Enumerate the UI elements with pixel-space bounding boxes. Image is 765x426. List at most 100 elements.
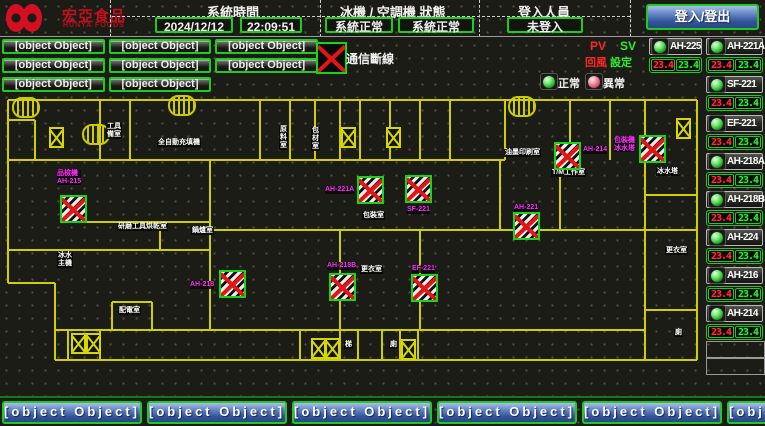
room-label: 研磨工具烘乾室 [117, 223, 168, 231]
shaft-x-icon [49, 127, 64, 148]
unit-status-led [708, 191, 726, 208]
shaft-x-icon [386, 127, 401, 148]
unit-pv-value: 23.4 [651, 59, 675, 71]
unit-sv-value: 23.4 [735, 326, 761, 338]
nav-button[interactable]: [object Object] [582, 401, 722, 424]
unit-sv-value: 23.4 [735, 174, 761, 186]
unit-status-led [708, 38, 726, 55]
empty-unit-slot [706, 341, 765, 358]
unit-block[interactable]: SF-221 23.4 23.4 [706, 76, 763, 111]
room-label: 原 料 室 [279, 126, 288, 150]
unit-name: SF-221 [727, 79, 756, 90]
offline-equipment-icon[interactable] [554, 142, 581, 170]
unit-pv-value: 23.4 [708, 250, 734, 262]
room-label: 包裝室 [362, 212, 385, 220]
room-label: 配電室 [118, 307, 141, 315]
room-label: 更衣室 [665, 247, 688, 255]
offline-equipment-icon[interactable] [357, 176, 384, 204]
unit-sv-value: 23.4 [735, 59, 761, 71]
room-label: 冰水 主機 [57, 252, 73, 268]
nav-button[interactable]: [object Object] [437, 401, 577, 424]
unit-name: AH-216 [727, 270, 758, 281]
unit-name: AH-214 [727, 308, 758, 319]
unit-name: AH-221A [727, 41, 764, 52]
device-label: AH-218 [190, 281, 214, 289]
nav-button[interactable]: [object Object] [292, 401, 432, 424]
unit-block[interactable]: AH-216 23.4 23.4 [706, 267, 763, 302]
unit-status-led [708, 305, 726, 322]
unit-block[interactable]: AH-218B 23.4 23.4 [706, 191, 763, 226]
shaft-x-icon [401, 339, 416, 360]
unit-block[interactable]: EF-221 23.4 23.4 [706, 115, 763, 150]
hmi-screen: { "header": { "brand": "宏亞食品", "brand_en… [0, 0, 765, 426]
offline-equipment-icon[interactable] [513, 212, 540, 240]
unit-block[interactable]: AH-221A 23.4 23.4 [706, 38, 763, 73]
unit-status-led [708, 229, 726, 246]
unit-block[interactable]: AH-214 23.4 23.4 [706, 305, 763, 340]
unit-block[interactable]: AH-224 23.4 23.4 [706, 229, 763, 264]
unit-name: AH-218B [727, 194, 764, 205]
unit-name: EF-221 [727, 118, 756, 129]
device-label: EF-221 [412, 265, 435, 273]
device-label: 品檢機 AH-215 [57, 170, 81, 185]
offline-equipment-icon[interactable] [60, 195, 87, 223]
unit-status-led [708, 267, 726, 284]
room-label: 更衣室 [360, 266, 383, 274]
device-label: AH-218B [327, 262, 356, 270]
unit-status-led [708, 76, 726, 93]
shaft-x-icon [86, 333, 101, 354]
unit-block-ah225[interactable]: AH-225 23.4 23.4 [649, 38, 702, 73]
offline-equipment-icon[interactable] [639, 135, 666, 163]
unit-pv-value: 23.4 [708, 136, 734, 148]
device-label: SF-221 [407, 206, 430, 214]
room-label: 工具 備室 [106, 123, 122, 139]
nav-button[interactable]: [object Object] [727, 401, 765, 424]
nav-button[interactable]: [object Object] [147, 401, 287, 424]
unit-sv-value: 23.4 [735, 136, 761, 148]
shaft-x-icon [71, 333, 86, 354]
unit-sv-value: 23.4 [676, 59, 700, 71]
unit-status-led [651, 38, 669, 55]
shaft-x-icon [325, 338, 340, 359]
room-label: 廁 [674, 329, 683, 337]
room-label: 冰水塔 [656, 168, 679, 176]
room-label: T/M工作室 [551, 169, 586, 177]
stairs-icon [168, 95, 196, 116]
unit-status-led [708, 115, 726, 132]
offline-equipment-icon[interactable] [329, 273, 356, 301]
stairs-icon [508, 96, 536, 117]
empty-unit-slot [706, 358, 765, 375]
footer-nav: [object Object] [object Object] [object … [0, 401, 765, 424]
nav-button[interactable]: [object Object] [2, 401, 142, 424]
unit-sv-value: 23.4 [735, 97, 761, 109]
unit-sv-value: 23.4 [735, 250, 761, 262]
unit-pv-value: 23.4 [708, 174, 734, 186]
unit-status-led [708, 153, 726, 170]
unit-pv-value: 23.4 [708, 288, 734, 300]
device-label: AH-221 [514, 204, 538, 212]
offline-equipment-icon[interactable] [411, 274, 438, 302]
room-label: 包 材 室 [311, 127, 320, 151]
unit-sv-value: 23.4 [735, 288, 761, 300]
unit-pv-value: 23.4 [708, 326, 734, 338]
unit-name: AH-218A [727, 156, 764, 167]
stairs-icon [12, 97, 40, 118]
unit-block[interactable]: AH-218A 23.4 23.4 [706, 153, 763, 188]
room-label: 油墨印刷室 [504, 149, 541, 157]
unit-name: AH-225 [670, 41, 701, 52]
room-label: 鍋爐室 [191, 227, 214, 235]
shaft-x-icon [676, 118, 691, 139]
unit-sv-value: 23.4 [735, 212, 761, 224]
unit-pv-value: 23.4 [708, 97, 734, 109]
offline-equipment-icon[interactable] [405, 175, 432, 203]
room-label: 全自動充填機 [157, 139, 201, 147]
device-label: AH-221A [325, 186, 354, 194]
room-label: 廁 [389, 341, 398, 349]
footer-divider [0, 396, 765, 398]
unit-pv-value: 23.4 [708, 59, 734, 71]
device-label: 包裝機 冰水塔 [614, 137, 635, 152]
room-label: 梯 [344, 341, 353, 349]
unit-name: AH-224 [727, 232, 758, 243]
offline-equipment-icon[interactable] [219, 270, 246, 298]
shaft-x-icon [341, 127, 356, 148]
